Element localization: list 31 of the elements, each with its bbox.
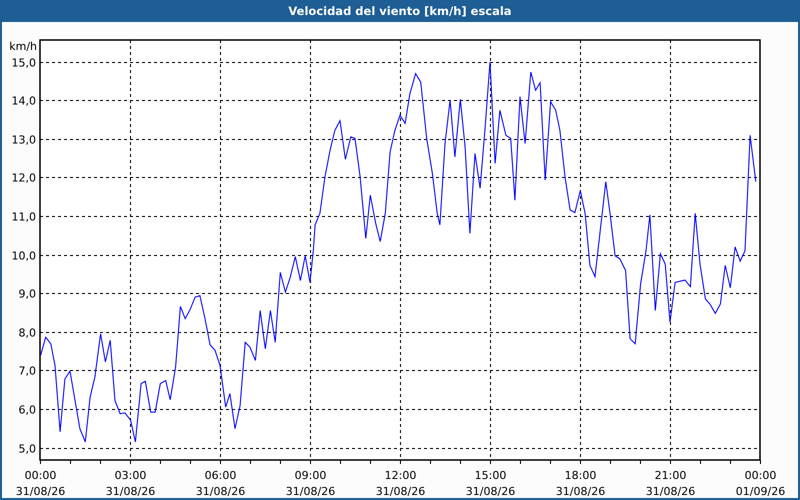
x-tick-label: 00:00	[24, 469, 56, 482]
x-date-label: 31/08/26	[646, 485, 696, 498]
x-date-label: 31/08/26	[376, 485, 426, 498]
x-tick-label: 00:00	[744, 469, 776, 482]
y-tick-label: 11,0	[12, 210, 36, 224]
y-tick-label: 6,0	[18, 404, 36, 416]
x-date-label: 31/08/26	[556, 485, 606, 498]
y-axis-label: km/h	[9, 40, 37, 53]
y-tick-label: 15,0	[12, 56, 36, 70]
x-date-label: 31/08/26	[106, 485, 156, 498]
y-tick-label: 5,0	[18, 442, 36, 456]
x-date-label: 31/08/26	[16, 485, 66, 498]
x-date-label: 31/08/26	[286, 485, 336, 498]
x-date-label: 31/08/26	[466, 485, 516, 498]
y-tick-label: 12,0	[12, 172, 36, 184]
x-tick-label: 06:00	[204, 469, 236, 482]
x-tick-label: 09:00	[294, 469, 326, 482]
x-date-label: 01/09/26	[736, 485, 786, 498]
x-tick-label: 15:00	[474, 469, 506, 482]
y-tick-label: 13,0	[12, 134, 36, 146]
window-title: Velocidad del viento [km/h] escala	[0, 0, 800, 22]
x-date-label: 31/08/26	[196, 485, 246, 498]
y-tick-label: 14,0	[12, 94, 36, 108]
x-tick-label: 21:00	[654, 469, 686, 482]
y-tick-label: 9,0	[18, 288, 36, 300]
y-tick-label: 7,0	[18, 364, 36, 378]
x-tick-label: 18:00	[564, 469, 596, 482]
y-tick-label: 8,0	[18, 326, 36, 340]
x-tick-label: 03:00	[114, 469, 146, 482]
y-tick-label: 10,0	[12, 250, 36, 262]
x-tick-label: 12:00	[384, 469, 416, 482]
